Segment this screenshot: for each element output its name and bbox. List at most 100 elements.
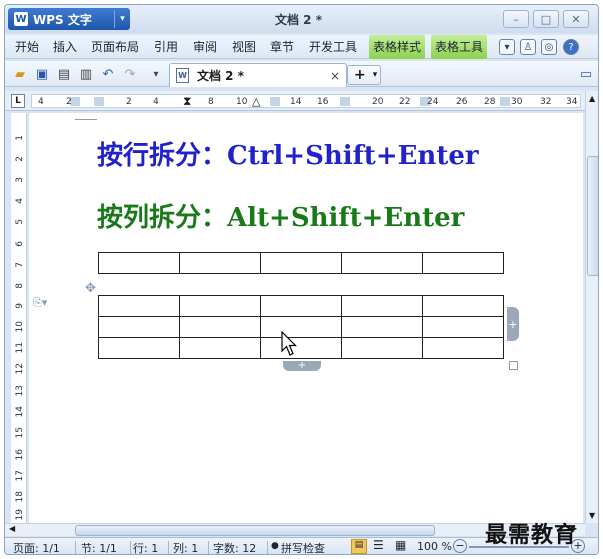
ruler-number: 4: [153, 97, 159, 107]
vruler-number: 6: [15, 241, 25, 247]
table-move-handle-icon[interactable]: ✥: [85, 281, 96, 296]
scroll-left-icon[interactable]: ◀: [9, 524, 15, 533]
table-cell[interactable]: [422, 295, 504, 317]
close-button[interactable]: ✕: [563, 10, 589, 28]
print-preview-icon[interactable]: ▥: [77, 65, 95, 83]
zoom-out-icon[interactable]: −: [453, 539, 467, 553]
table-cell[interactable]: [422, 337, 504, 359]
plus-icon: +: [354, 67, 366, 83]
page-view-icon[interactable]: ▤: [351, 539, 367, 554]
ruler-number: 16: [317, 97, 329, 107]
paste-options-icon[interactable]: ⎘▾: [33, 296, 47, 310]
menu-references[interactable]: 引用: [154, 35, 178, 59]
status-page[interactable]: 页面: 1/1: [13, 540, 60, 554]
open-folder-icon[interactable]: ▰: [11, 65, 29, 83]
table-cell[interactable]: [260, 337, 342, 359]
table-cell[interactable]: [422, 316, 504, 338]
indent-marker-icon[interactable]: ⧗: [183, 94, 191, 109]
add-column-handle-icon[interactable]: +: [507, 307, 519, 341]
table-top[interactable]: [98, 252, 504, 274]
table-cell[interactable]: [422, 252, 504, 274]
ruler-number: 14: [290, 97, 302, 107]
menu-table-tools[interactable]: 表格工具: [431, 35, 488, 59]
outline-view-icon[interactable]: ☰: [373, 538, 384, 552]
menu-table-style[interactable]: 表格样式: [369, 35, 426, 59]
skin-shirt-icon[interactable]: ♙: [520, 39, 536, 55]
menu-review[interactable]: 审阅: [193, 35, 217, 59]
status-word-count[interactable]: 字数: 12: [213, 540, 256, 554]
table-cell[interactable]: [341, 337, 423, 359]
help-icon[interactable]: ?: [563, 39, 579, 55]
status-row: 行: 1: [133, 542, 159, 555]
menu-home[interactable]: 开始: [15, 35, 39, 59]
ruler-number: 2: [66, 97, 72, 107]
chevron-down-icon[interactable]: ▾: [373, 70, 378, 80]
mouse-cursor-icon: [281, 331, 297, 356]
minimize-button[interactable]: –: [503, 10, 529, 28]
menu-insert[interactable]: 插入: [53, 35, 77, 59]
zoom-level[interactable]: 100 %: [417, 540, 452, 553]
vertical-ruler[interactable]: 1 2 3 4 5 6 7 8 9 10 11 12 13 14 15 16 1…: [11, 113, 27, 523]
redo-icon[interactable]: ↷: [121, 65, 139, 83]
scroll-down-icon[interactable]: ▼: [589, 511, 595, 520]
table-cell[interactable]: [98, 295, 180, 317]
table-cell[interactable]: [179, 316, 261, 338]
text-line-row-split[interactable]: 按行拆分：Ctrl+Shift+Enter: [97, 135, 479, 172]
document-page[interactable]: 按行拆分：Ctrl+Shift+Enter 按列拆分：Alt+Shift+Ent…: [29, 113, 583, 523]
table-cell[interactable]: [260, 316, 342, 338]
vertical-scroll-thumb[interactable]: [587, 156, 598, 276]
customize-toolbar-icon[interactable]: ▾: [147, 65, 165, 83]
vruler-number: 2: [15, 156, 25, 162]
tab-stop-selector[interactable]: L: [11, 94, 25, 108]
maximize-button[interactable]: □: [533, 10, 559, 28]
maximize-icon: □: [540, 12, 552, 26]
text-line-column-split[interactable]: 按列拆分：Alt+Shift+Enter: [97, 197, 464, 234]
status-divider: [168, 541, 169, 554]
weibo-icon[interactable]: ◎: [541, 39, 557, 55]
vruler-number: 11: [15, 342, 25, 354]
menu-section[interactable]: 章节: [270, 35, 294, 59]
table-bottom[interactable]: [98, 295, 504, 359]
add-row-handle-icon[interactable]: +: [283, 361, 321, 371]
horizontal-ruler[interactable]: L 4 2 2 4 ⧗ 8 10 △ 14 16 20 22 24 26 28 …: [5, 91, 585, 111]
vertical-scrollbar[interactable]: ▲ ▼: [585, 91, 598, 523]
chevron-down-icon[interactable]: ▾: [114, 10, 130, 28]
web-view-icon[interactable]: ▦: [395, 538, 406, 552]
table-cell[interactable]: [98, 337, 180, 359]
table-row: [98, 295, 504, 317]
status-spellcheck[interactable]: 拼写检查: [281, 540, 325, 554]
undo-icon[interactable]: ↶: [99, 65, 117, 83]
table-cell[interactable]: [260, 295, 342, 317]
document-tab[interactable]: W 文档 2 * ×: [169, 63, 347, 87]
table-cell[interactable]: [179, 252, 261, 274]
tab-close-icon[interactable]: ×: [330, 69, 340, 83]
menu-developer[interactable]: 开发工具: [309, 35, 357, 59]
table-cell[interactable]: [341, 295, 423, 317]
vruler-number: 10: [15, 321, 25, 333]
new-tab-button[interactable]: + ▾: [347, 65, 381, 85]
table-cell[interactable]: [98, 252, 180, 274]
right-indent-marker-icon[interactable]: △: [252, 95, 260, 108]
table-cell[interactable]: [260, 252, 342, 274]
menu-view[interactable]: 视图: [232, 35, 256, 59]
dropdown-box-icon[interactable]: ▾: [499, 39, 515, 55]
window-layout-icon[interactable]: ▭: [577, 65, 595, 83]
ruler-track[interactable]: 4 2 2 4 ⧗ 8 10 △ 14 16 20 22 24 26 28 30…: [31, 94, 581, 108]
table-cell[interactable]: [179, 295, 261, 317]
app-menu-button[interactable]: W WPS 文字 ▾: [8, 8, 130, 30]
table-cell[interactable]: [341, 252, 423, 274]
menu-layout[interactable]: 页面布局: [91, 35, 139, 59]
status-column: 列: 1: [173, 542, 199, 555]
vruler-number: 7: [15, 262, 25, 268]
save-icon[interactable]: ▣: [33, 65, 51, 83]
table-cell[interactable]: [179, 337, 261, 359]
print-icon[interactable]: ▤: [55, 65, 73, 83]
minimize-icon: –: [513, 12, 519, 26]
table-cell[interactable]: [341, 316, 423, 338]
scroll-up-icon[interactable]: ▲: [589, 94, 595, 103]
table-resize-handle-icon[interactable]: [509, 361, 518, 370]
horizontal-scroll-thumb[interactable]: [75, 525, 435, 536]
table-cell[interactable]: [98, 316, 180, 338]
ruler-number: 22: [399, 97, 411, 107]
ruler-cell-marker: [270, 97, 280, 106]
